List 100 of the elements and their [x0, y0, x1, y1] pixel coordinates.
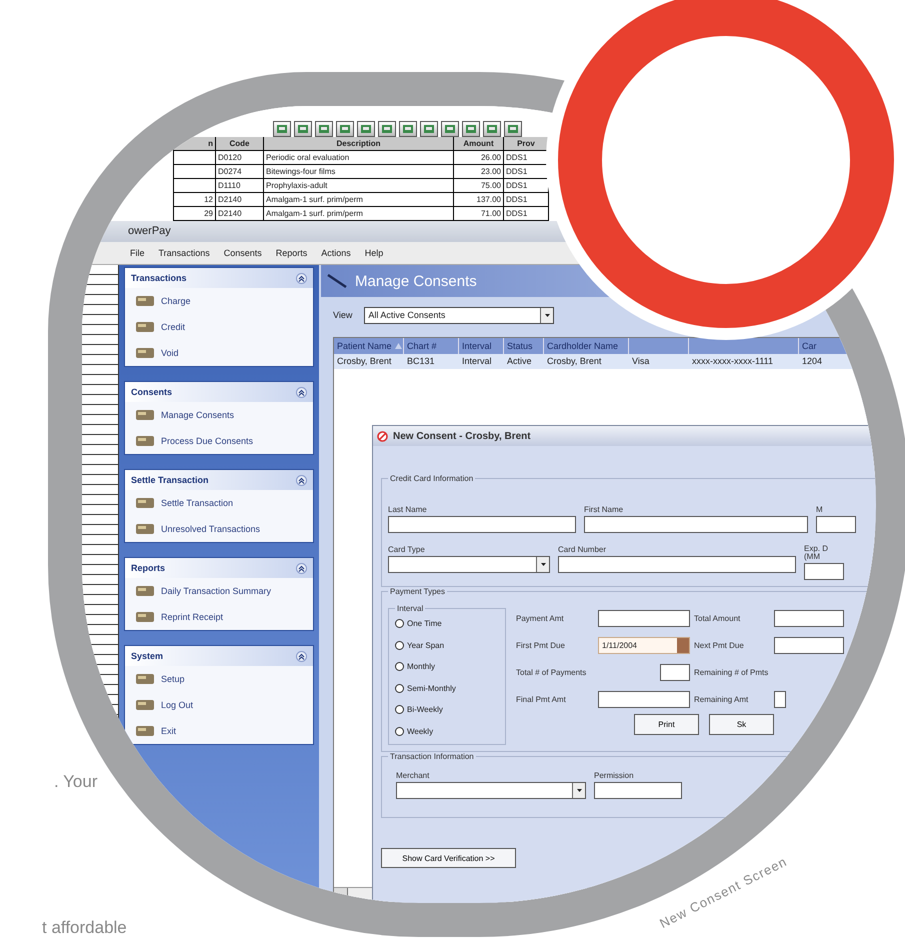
menu-item[interactable]: Reports: [276, 248, 308, 258]
dialog-button[interactable]: Sk: [709, 714, 774, 735]
table-cell: 23.00: [454, 165, 504, 179]
group-title: Settle Transaction: [131, 475, 209, 485]
sidebar-item[interactable]: Exit: [125, 718, 313, 744]
input-field[interactable]: [584, 516, 808, 533]
collapse-icon[interactable]: [296, 386, 307, 398]
toolbar-icon[interactable]: [357, 120, 375, 136]
column-header[interactable]: Patient Name: [334, 338, 404, 354]
column-header: n: [174, 137, 216, 151]
menu-item[interactable]: Help: [364, 248, 384, 258]
group-header[interactable]: Consents: [125, 382, 313, 402]
verification-button[interactable]: Show Card Verification >>: [381, 848, 516, 868]
radio-option[interactable]: Semi-Monthly: [395, 678, 499, 699]
table-cell-text: xxxx-xxxx-xxxx-1111: [691, 355, 774, 368]
radio-icon[interactable]: [395, 705, 404, 714]
radio-option[interactable]: Bi-Weekly: [395, 699, 499, 720]
caret-icon[interactable]: [576, 789, 582, 792]
tile-icon: [135, 672, 155, 686]
collapse-icon[interactable]: [296, 272, 307, 284]
toolbar-icon[interactable]: [441, 120, 459, 136]
sidebar-item[interactable]: Manage Consents: [125, 402, 313, 428]
column-header[interactable]: [689, 338, 799, 354]
radio-option[interactable]: Monthly: [395, 656, 499, 678]
group-title: Consents: [131, 387, 172, 397]
input-field[interactable]: [816, 516, 856, 533]
toolbar-icon[interactable]: [336, 120, 354, 136]
tile-icon: [135, 294, 155, 308]
collapse-icon[interactable]: [296, 650, 307, 662]
collapse-icon[interactable]: [296, 474, 307, 486]
toolbar-icon[interactable]: [462, 120, 480, 136]
radio-option[interactable]: One Time: [395, 613, 499, 634]
column-header[interactable]: Interval: [459, 338, 504, 354]
toolbar-icon[interactable]: [273, 120, 291, 136]
input-field[interactable]: [598, 610, 690, 627]
radio-icon[interactable]: [395, 619, 404, 628]
group-header[interactable]: System: [125, 646, 313, 666]
radio-icon[interactable]: [395, 684, 404, 693]
sidebar-item[interactable]: Charge: [125, 288, 313, 314]
sidebar-item[interactable]: Void: [125, 340, 313, 366]
toolbar-icon[interactable]: [420, 120, 438, 136]
table-cell-text: Interval: [461, 355, 493, 368]
menu-item[interactable]: File: [130, 248, 145, 258]
column-header[interactable]: Status: [504, 338, 544, 354]
group-header[interactable]: Transactions: [125, 268, 313, 288]
input-field[interactable]: [598, 691, 690, 708]
radio-icon[interactable]: [395, 662, 404, 672]
sidebar-item[interactable]: Settle Transaction: [125, 490, 313, 516]
column-header[interactable]: Car: [799, 338, 849, 354]
sidebar-item[interactable]: Process Due Consents: [125, 428, 313, 454]
toolbar-icon[interactable]: [378, 120, 396, 136]
tile-icon: [135, 408, 155, 422]
toolbar-icon[interactable]: [399, 120, 417, 136]
view-dropdown[interactable]: All Active Consents: [364, 306, 554, 324]
radio-option[interactable]: Weekly: [395, 720, 499, 742]
sidebar-item[interactable]: Credit: [125, 314, 313, 340]
group-header[interactable]: Settle Transaction: [125, 470, 313, 490]
input-field[interactable]: [774, 610, 844, 627]
dropdown-field[interactable]: [396, 782, 586, 799]
field-label: Last Name: [388, 505, 428, 514]
field-label: First Pmt Due: [516, 641, 566, 650]
menu-item[interactable]: Actions: [321, 248, 351, 258]
sidebar-item[interactable]: Log Out: [125, 692, 313, 718]
column-header[interactable]: Chart #: [404, 338, 459, 354]
menu-item[interactable]: Transactions: [158, 248, 210, 258]
field-label: Total Amount: [694, 614, 742, 623]
input-field[interactable]: [558, 556, 796, 573]
sidebar-item[interactable]: Setup: [125, 666, 313, 692]
group-header[interactable]: Reports: [125, 558, 313, 578]
tile-icon: [135, 698, 155, 712]
caret-icon[interactable]: [540, 563, 546, 566]
input-field[interactable]: [660, 664, 690, 681]
sidebar-item[interactable]: Reprint Receipt: [125, 604, 313, 630]
input-field[interactable]: [774, 637, 844, 654]
dropdown-field[interactable]: [388, 556, 550, 573]
toolbar-icon[interactable]: [294, 120, 312, 136]
column-header[interactable]: Cardholder Name: [544, 338, 629, 354]
dialog-button[interactable]: Print: [634, 714, 699, 735]
sidebar-item[interactable]: Unresolved Transactions: [125, 516, 313, 542]
field-label: Card Type: [388, 545, 426, 554]
input-field[interactable]: [388, 516, 576, 533]
table-cell: DDS1: [504, 193, 549, 207]
menu-item[interactable]: Consents: [224, 248, 262, 258]
input-field[interactable]: [804, 563, 844, 580]
radio-icon[interactable]: [395, 640, 404, 650]
table-cell: Amalgam-1 surf. prim/perm: [264, 193, 454, 207]
table-cell: 75.00: [454, 179, 504, 193]
caret-icon[interactable]: [544, 314, 550, 316]
field-label: First Name: [584, 505, 624, 514]
collapse-icon[interactable]: [296, 562, 307, 574]
input-field[interactable]: [774, 691, 786, 708]
date-field[interactable]: 1/11/2004: [598, 637, 690, 654]
toolbar-icon[interactable]: [483, 120, 501, 136]
toolbar-icon[interactable]: [315, 120, 333, 136]
radio-option[interactable]: Year Span: [395, 634, 499, 656]
field-label: Remaining # of Pmts: [694, 668, 770, 677]
radio-icon[interactable]: [395, 726, 404, 736]
toolbar-icon[interactable]: [504, 120, 522, 136]
sidebar-item[interactable]: Daily Transaction Summary: [125, 578, 313, 604]
input-field[interactable]: [594, 782, 682, 799]
